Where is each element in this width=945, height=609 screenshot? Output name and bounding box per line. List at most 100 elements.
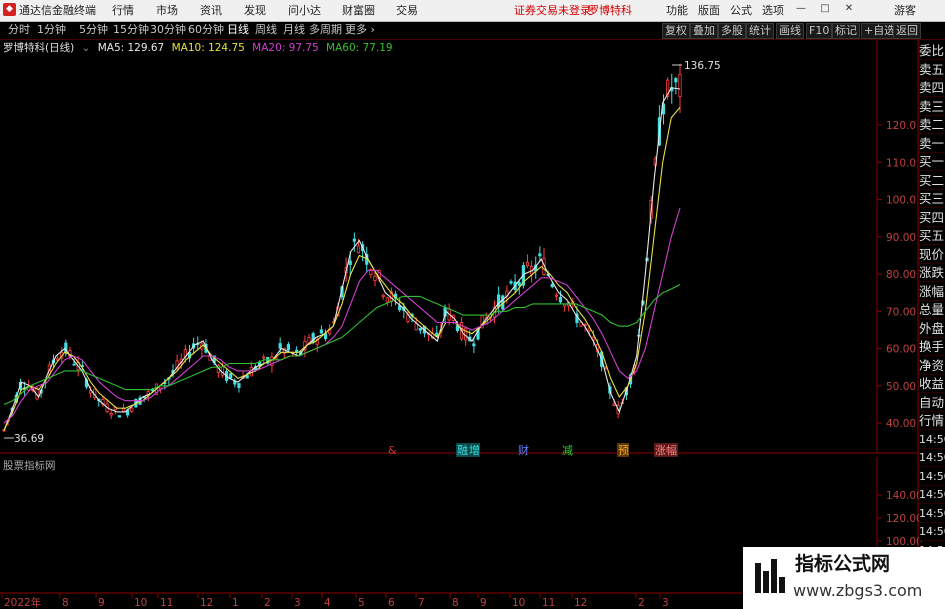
candle-body bbox=[356, 245, 361, 254]
date-tick-label: 6 bbox=[388, 597, 395, 609]
date-tick-label: 12 bbox=[574, 597, 587, 609]
side-panel-item[interactable]: 涨跌 bbox=[919, 264, 945, 282]
restore-rights-button[interactable]: 复权 bbox=[662, 23, 690, 39]
side-panel-item[interactable]: 收益 bbox=[919, 375, 945, 393]
menu-item-formula[interactable]: 公式 bbox=[730, 3, 752, 18]
side-panel-item[interactable]: 现价 bbox=[919, 245, 945, 264]
candle-body bbox=[678, 74, 682, 98]
candle-body bbox=[418, 327, 422, 331]
date-tick-label: 11 bbox=[160, 597, 173, 609]
date-tick-label: 11 bbox=[542, 597, 555, 609]
menu-item-news[interactable]: 资讯 bbox=[200, 3, 222, 18]
side-panel-item[interactable]: 净资 bbox=[919, 356, 945, 375]
period-more-label: 更多 bbox=[345, 23, 367, 36]
menu-bar: ◆ 通达信金融终端 行情 市场 资讯 发现 问小达 财富圈 交易 证券交易未登录… bbox=[0, 0, 945, 22]
f10-button[interactable]: F10 bbox=[806, 23, 833, 39]
side-panel-item[interactable]: 买一 bbox=[919, 153, 945, 171]
side-panel-item[interactable]: 总量 bbox=[919, 301, 945, 319]
candle-body bbox=[674, 78, 678, 83]
chevron-right-icon: › bbox=[370, 23, 375, 36]
mark-button[interactable]: 标记 bbox=[832, 23, 860, 39]
period-intraday[interactable]: 分时 bbox=[8, 23, 30, 37]
price-tick-label: 50.00 bbox=[886, 381, 916, 393]
ma-line-ma10 bbox=[3, 107, 681, 431]
side-panel-item[interactable]: 买三 bbox=[919, 190, 945, 208]
menu-item-layout[interactable]: 版面 bbox=[698, 3, 720, 18]
event-marker: 增 bbox=[469, 443, 480, 457]
statistics-button[interactable]: 统计 bbox=[746, 23, 774, 39]
side-panel-item[interactable]: 14:50 bbox=[919, 504, 945, 523]
period-30min[interactable]: 30分钟 bbox=[150, 23, 186, 37]
price-tick-label: 120.0 bbox=[886, 120, 916, 132]
menu-item-markets[interactable]: 市场 bbox=[156, 3, 178, 18]
candle-body bbox=[373, 275, 377, 281]
candle-body bbox=[109, 413, 113, 416]
menu-item-discover[interactable]: 发现 bbox=[244, 3, 266, 18]
menu-item-function[interactable]: 功能 bbox=[666, 3, 688, 18]
period-more[interactable]: 更多 › bbox=[345, 23, 375, 37]
side-panel-item[interactable]: 14:50 bbox=[919, 523, 945, 541]
date-tick-label: 12 bbox=[200, 597, 213, 609]
minimize-icon[interactable]: — bbox=[796, 4, 806, 14]
candle-body bbox=[517, 282, 521, 286]
side-panel-item[interactable]: 买四 bbox=[919, 208, 945, 227]
side-panel-item[interactable]: 行情 bbox=[919, 412, 945, 430]
side-panel-item[interactable]: 委比 bbox=[919, 42, 945, 60]
login-notice[interactable]: 证券交易未登录 bbox=[514, 3, 591, 18]
side-panel-item[interactable]: 卖三 bbox=[919, 97, 945, 116]
price-tick-label: 60.00 bbox=[886, 344, 916, 356]
menu-item-wealth[interactable]: 财富圈 bbox=[342, 3, 375, 18]
menu-item-market[interactable]: 行情 bbox=[112, 3, 134, 18]
ma-line-ma20 bbox=[3, 207, 681, 424]
period-1min[interactable]: 1分钟 bbox=[37, 23, 66, 37]
candle-body bbox=[558, 296, 563, 303]
side-panel-item[interactable]: 14:50 bbox=[919, 449, 945, 467]
menu-item-trade[interactable]: 交易 bbox=[396, 3, 418, 18]
period-daily[interactable]: 日线 bbox=[227, 23, 249, 37]
price-tick-label: 70.00 bbox=[886, 306, 916, 318]
date-tick-label: 9 bbox=[480, 597, 487, 609]
menu-item-ask[interactable]: 问小达 bbox=[288, 3, 321, 18]
side-panel-item[interactable]: 卖一 bbox=[919, 134, 945, 153]
side-panel-item[interactable]: 14:50 bbox=[919, 486, 945, 504]
candle-body bbox=[455, 325, 460, 332]
period-5min[interactable]: 5分钟 bbox=[79, 23, 108, 37]
period-monthly[interactable]: 月线 bbox=[283, 23, 305, 37]
candle-body bbox=[117, 415, 122, 418]
side-panel-item[interactable]: 换手 bbox=[919, 338, 945, 356]
date-tick-label: 10 bbox=[512, 597, 525, 609]
period-toolbar: 分时 1分钟 5分钟 15分钟 30分钟 60分钟 日线 周线 月线 多周期 更… bbox=[0, 22, 945, 40]
menu-item-options[interactable]: 选项 bbox=[762, 3, 784, 18]
close-icon[interactable]: ✕ bbox=[844, 4, 854, 14]
date-tick-label: 3 bbox=[294, 597, 301, 609]
low-label: 36.69 bbox=[14, 433, 44, 445]
period-15min[interactable]: 15分钟 bbox=[113, 23, 149, 37]
period-60min[interactable]: 60分钟 bbox=[188, 23, 224, 37]
candle-body bbox=[286, 344, 291, 351]
side-panel-item[interactable]: 14:50 bbox=[919, 467, 945, 486]
candle-body bbox=[509, 281, 513, 284]
date-tick-label: 8 bbox=[62, 597, 69, 609]
side-panel-item[interactable]: 涨幅 bbox=[919, 282, 945, 301]
side-panel-item[interactable]: 14:50 bbox=[919, 430, 945, 449]
event-marker: 财 bbox=[518, 443, 529, 457]
draw-line-button[interactable]: 画线 bbox=[776, 23, 804, 39]
side-panel-item[interactable]: 买五 bbox=[919, 227, 945, 245]
maximize-icon[interactable]: □ bbox=[820, 4, 830, 14]
period-weekly[interactable]: 周线 bbox=[255, 23, 277, 37]
side-panel-item[interactable]: 外盘 bbox=[919, 319, 945, 338]
period-multi[interactable]: 多周期 bbox=[309, 23, 342, 37]
back-button[interactable]: 返回 bbox=[893, 23, 921, 39]
candle-body bbox=[352, 238, 356, 242]
date-tick-label: 3 bbox=[662, 597, 669, 609]
side-panel-item[interactable]: 卖四 bbox=[919, 79, 945, 97]
price-chart: 120.0 110.0 100.0 90.00 80.00 70.00 60.00 50.00… bbox=[0, 40, 923, 609]
multi-stock-button[interactable]: 多股 bbox=[718, 23, 746, 39]
side-panel-item[interactable]: 自动 bbox=[919, 393, 945, 412]
side-panel-item[interactable]: 卖五 bbox=[919, 60, 945, 79]
side-panel-item[interactable]: 买二 bbox=[919, 171, 945, 190]
side-panel-item[interactable]: 卖二 bbox=[919, 116, 945, 134]
guest-label[interactable]: 游客 bbox=[894, 3, 916, 18]
watermark-url: www.zbgs3.com bbox=[793, 581, 923, 600]
overlay-button[interactable]: 叠加 bbox=[690, 23, 718, 39]
